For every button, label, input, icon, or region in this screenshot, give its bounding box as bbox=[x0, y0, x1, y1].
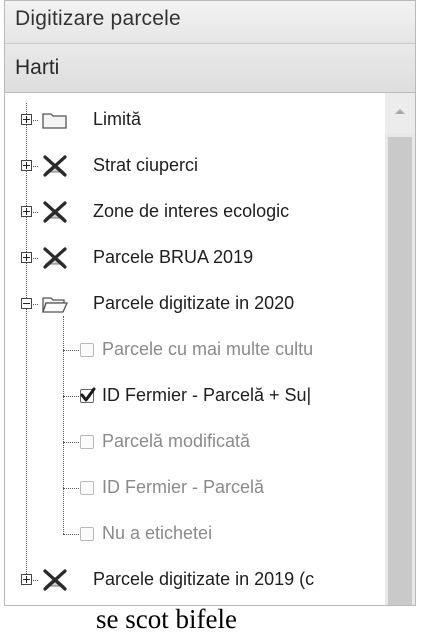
tree-node-label: Zone de interes ecologic bbox=[93, 201, 290, 221]
layers-panel: Digitizare parcele Harti Limită Strat ciu… bbox=[4, 0, 416, 606]
layer-x-icon bbox=[40, 154, 70, 183]
tree-node-label: Parcele digitizate in 2019 (c bbox=[93, 569, 315, 589]
section-title: Harti bbox=[15, 56, 60, 79]
tree-child-label: Parcele cu mai multe cultu bbox=[102, 339, 314, 359]
tree-node[interactable]: Limită bbox=[5, 97, 385, 143]
layer-checkbox[interactable] bbox=[80, 343, 94, 357]
expand-plus-icon[interactable] bbox=[21, 574, 32, 585]
tree-child-guide-line bbox=[63, 316, 64, 534]
handwritten-caption: se scot bifele bbox=[96, 604, 237, 634]
tree-child-node[interactable]: Parcelă modificată bbox=[5, 419, 385, 465]
tree-child-node[interactable]: Parcele cu mai multe cultu bbox=[5, 327, 385, 373]
layer-x-icon bbox=[40, 568, 70, 597]
expand-plus-icon[interactable] bbox=[21, 160, 32, 171]
layer-x-icon bbox=[40, 246, 70, 275]
tree-node[interactable]: Parcele digitizate in 2019 (c bbox=[5, 557, 385, 603]
layer-tree: Limită Strat ciuperci Zone de interes ecol… bbox=[5, 93, 385, 605]
tree-node-label: Limită bbox=[93, 109, 142, 129]
tree-child-label: Parcelă modificată bbox=[102, 431, 251, 451]
tree-node[interactable]: Zone de interes ecologic bbox=[5, 189, 385, 235]
tree-child-label: ID Fermier - Parcelă bbox=[102, 477, 265, 497]
tree-child-label: Nu a etichetei bbox=[102, 523, 213, 543]
layer-checkbox[interactable] bbox=[80, 527, 94, 541]
scroll-thumb[interactable] bbox=[388, 137, 412, 605]
panel-header[interactable]: Digitizare parcele bbox=[5, 1, 415, 44]
layer-checkbox[interactable] bbox=[80, 435, 94, 449]
tree-branch-line bbox=[63, 442, 79, 443]
tree-child-node[interactable]: Nu a etichetei bbox=[5, 511, 385, 557]
scroll-up-arrow-icon[interactable] bbox=[385, 93, 415, 133]
screenshot: Digitizare parcele Harti Limită Strat ciu… bbox=[0, 0, 435, 642]
panel-title: Digitizare parcele bbox=[15, 7, 181, 30]
expand-plus-icon[interactable] bbox=[21, 206, 32, 217]
layer-checkbox[interactable] bbox=[80, 481, 94, 495]
tree-node-label: Strat ciuperci bbox=[93, 155, 199, 175]
tree-branch-line bbox=[63, 534, 79, 535]
vertical-scrollbar[interactable] bbox=[385, 93, 415, 605]
collapse-minus-icon[interactable] bbox=[21, 298, 32, 309]
tree-node[interactable]: Parcele digitizate in 2020 bbox=[5, 281, 385, 327]
expand-plus-icon[interactable] bbox=[21, 114, 32, 125]
folder-closed-icon bbox=[40, 108, 70, 137]
tree-branch-line bbox=[63, 350, 79, 351]
tree-branch-line bbox=[63, 396, 79, 397]
tree-node-label: Parcele BRUA 2019 bbox=[93, 247, 254, 267]
tree-node[interactable]: Strat ciuperci bbox=[5, 143, 385, 189]
layer-x-icon bbox=[40, 200, 70, 229]
expand-plus-icon[interactable] bbox=[21, 252, 32, 263]
tree-node-label: Parcele digitizate in 2020 bbox=[93, 293, 295, 313]
tree-child-node[interactable]: ID Fermier - Parcelă + Su| bbox=[5, 373, 385, 419]
tree-child-label: ID Fermier - Parcelă + Su| bbox=[102, 385, 312, 405]
folder-open-icon bbox=[40, 292, 70, 321]
layer-checkbox[interactable] bbox=[80, 387, 96, 403]
section-header-harti[interactable]: Harti bbox=[5, 44, 415, 93]
tree-node[interactable]: Parcele BRUA 2019 bbox=[5, 235, 385, 281]
tree-child-node[interactable]: ID Fermier - Parcelă bbox=[5, 465, 385, 511]
tree-branch-line bbox=[63, 488, 79, 489]
